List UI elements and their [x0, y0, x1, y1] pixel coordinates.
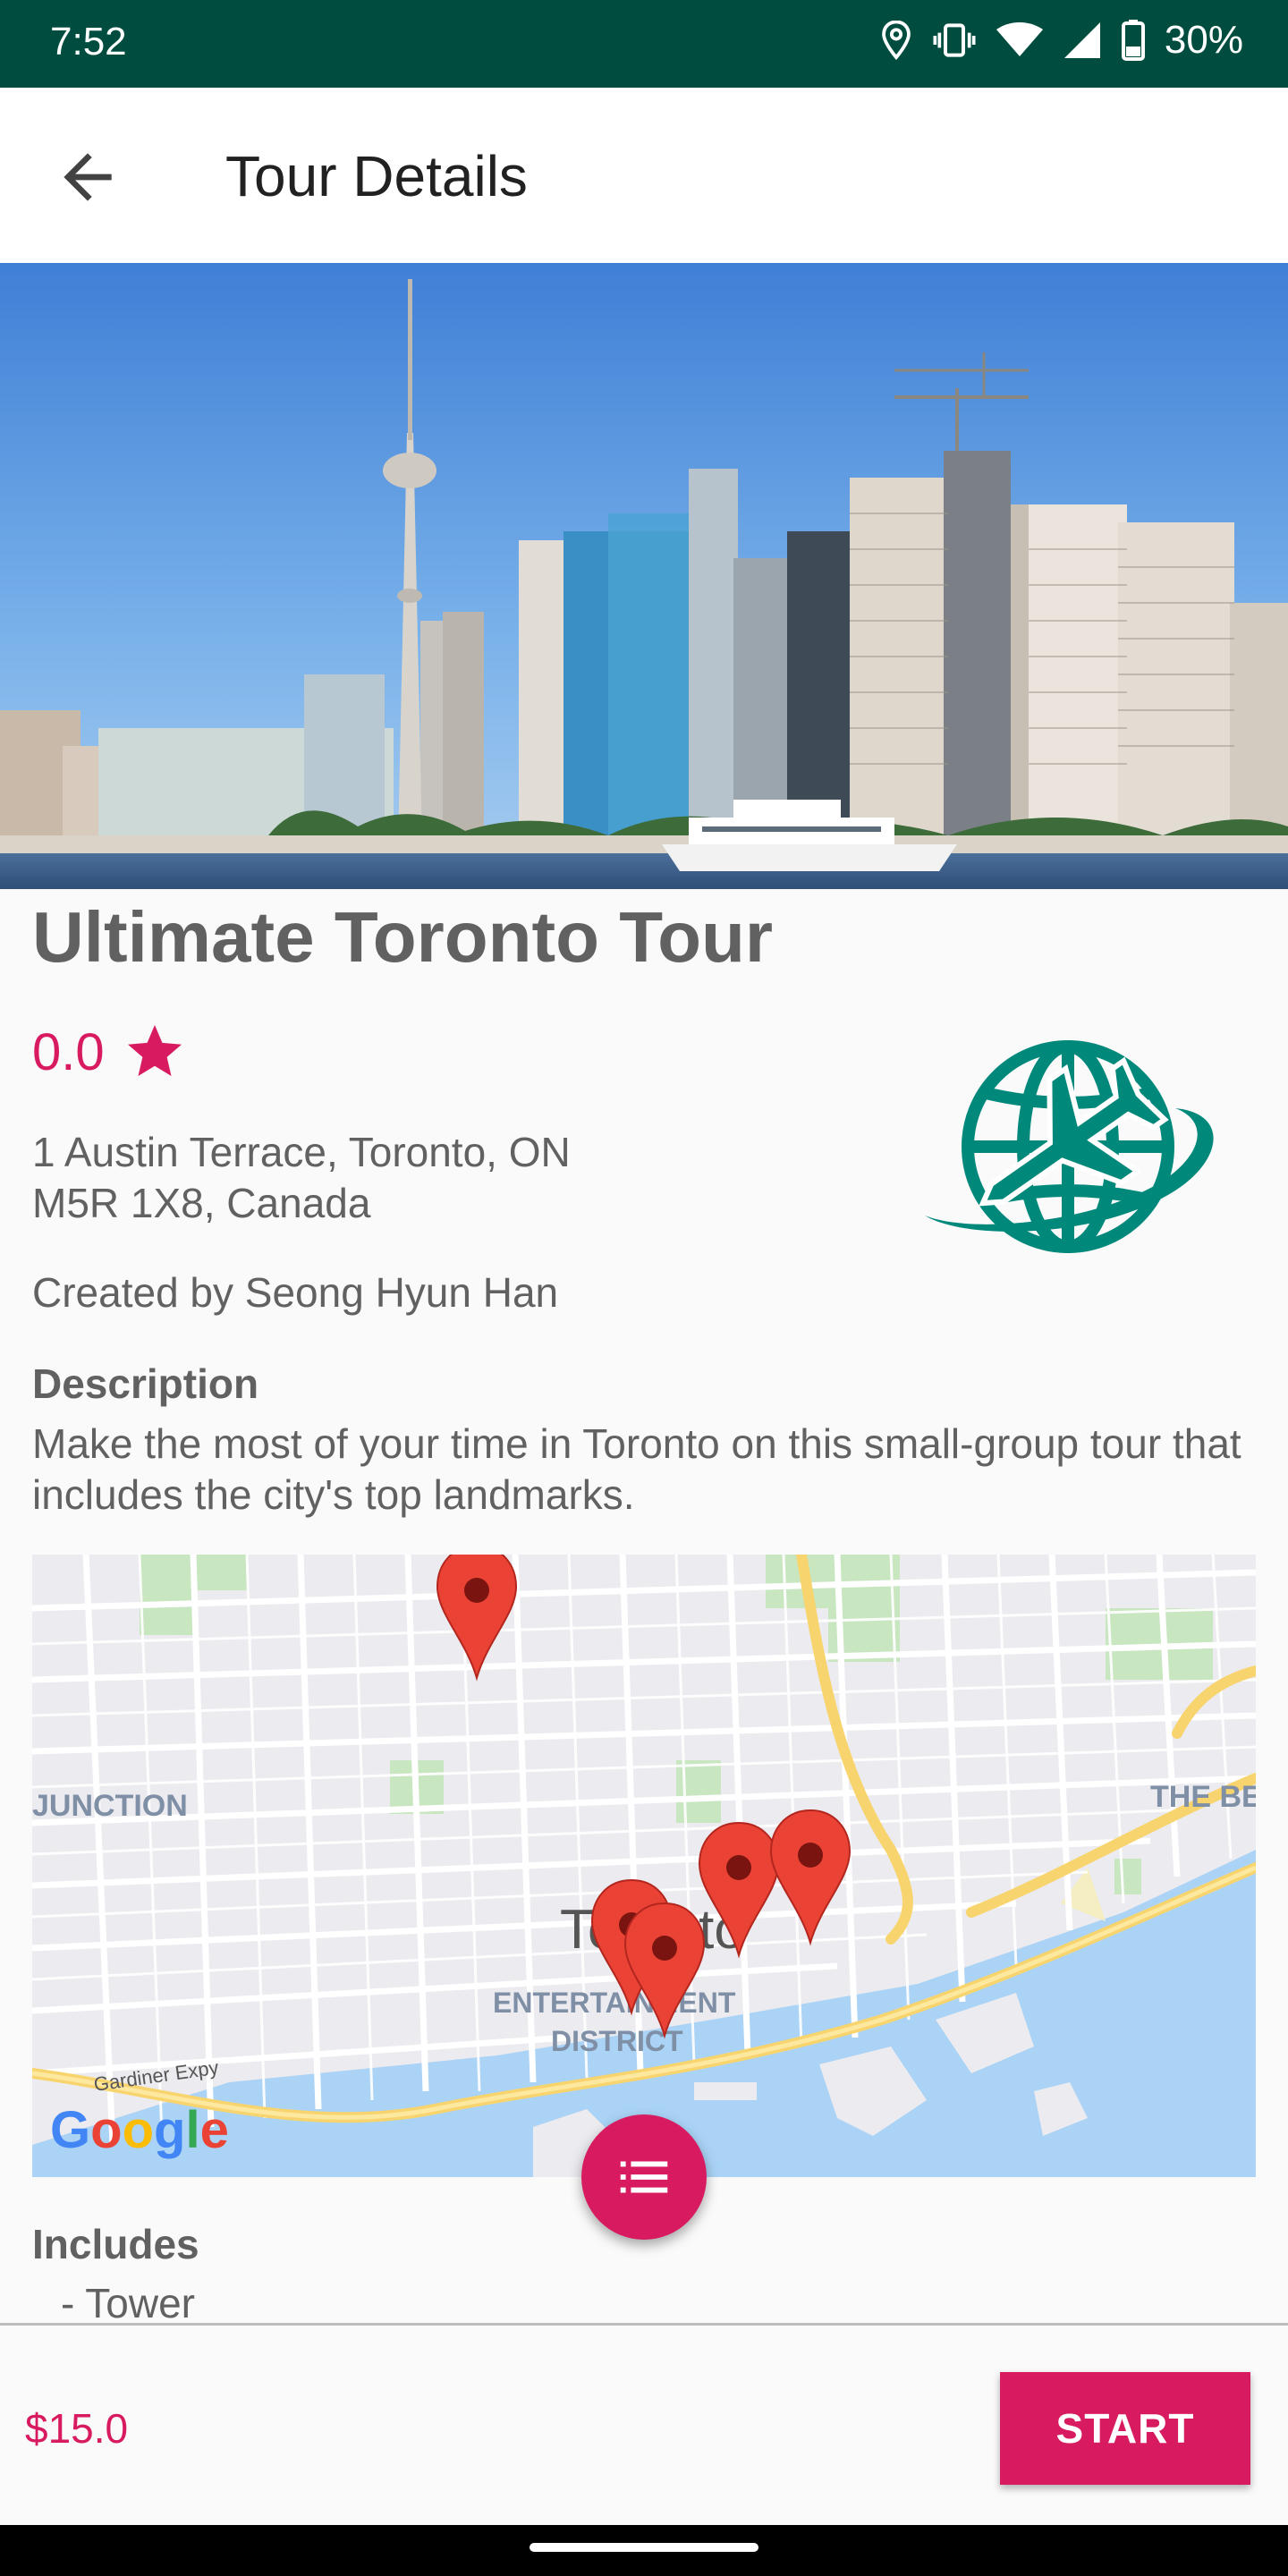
- tour-creator: Created by Seong Hyun Han: [32, 1269, 559, 1316]
- bottom-bar: $15.0 START: [0, 2323, 1288, 2525]
- status-bar: 7:52 30%: [0, 0, 1288, 88]
- battery-percent: 30%: [1164, 18, 1243, 62]
- navigation-bar: [0, 2525, 1288, 2576]
- tour-rating: 0.0: [32, 1020, 187, 1084]
- home-gesture-handle[interactable]: [530, 2543, 758, 2552]
- status-time: 7:52: [50, 20, 127, 64]
- star-icon: [127, 1025, 182, 1076]
- tour-price: $15.0: [25, 2405, 129, 2452]
- tour-address: 1 Austin Terrace, Toronto, ON M5R 1X8, C…: [32, 1127, 694, 1229]
- description-heading: Description: [32, 1360, 259, 1407]
- battery-icon: [1121, 20, 1145, 61]
- back-button[interactable]: [52, 141, 123, 213]
- status-icons: 30%: [880, 18, 1243, 63]
- address-line-2: M5R 1X8, Canada: [32, 1180, 371, 1226]
- tour-name: Ultimate Toronto Tour: [32, 897, 774, 977]
- rating-value: 0.0: [32, 1022, 105, 1081]
- vibrate-icon: [933, 23, 976, 57]
- address-line-1: 1 Austin Terrace, Toronto, ON: [32, 1129, 571, 1175]
- start-button[interactable]: START: [1000, 2372, 1250, 2485]
- map-label-the-beaches: THE BE: [1150, 1780, 1256, 1814]
- app-bar: Tour Details: [0, 88, 1288, 263]
- arrow-back-icon: [64, 153, 112, 201]
- description-text: Make the most of your time in Toronto on…: [32, 1420, 1241, 1518]
- tour-hero-image: [0, 263, 1288, 889]
- includes-item: - Tower: [61, 2280, 195, 2326]
- tour-map[interactable]: JUNCTION THE BE ENTERTAINMENT DISTRICT T…: [32, 1555, 1256, 2177]
- includes-heading: Includes: [32, 2221, 199, 2267]
- location-icon: [882, 21, 911, 60]
- map-label-district-1: ENTERTAINMENT: [493, 1987, 736, 2019]
- signal-icon: [1063, 22, 1100, 58]
- google-logo: Google: [50, 2101, 229, 2159]
- page-title: Tour Details: [225, 144, 528, 208]
- list-icon: [620, 2161, 668, 2193]
- wifi-icon: [996, 22, 1043, 56]
- globe-airplane-icon: [925, 1040, 1214, 1253]
- list-fab-button[interactable]: [581, 2114, 707, 2240]
- map-label-junction: JUNCTION: [32, 1789, 188, 1823]
